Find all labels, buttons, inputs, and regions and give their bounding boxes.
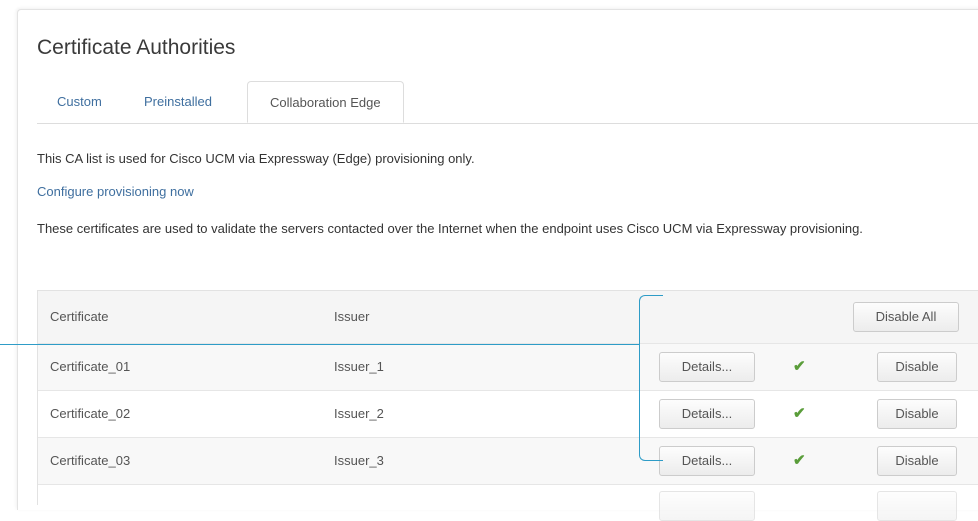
issuer-name: Issuer_3 <box>334 453 384 468</box>
description-text: These certificates are used to validate … <box>37 221 863 236</box>
tab-collaboration-edge[interactable]: Collaboration Edge <box>247 81 404 123</box>
disable-button[interactable]: Disable <box>877 446 957 476</box>
issuer-name: Issuer_1 <box>334 359 384 374</box>
callout-line <box>0 344 640 345</box>
certificate-name: Certificate_03 <box>50 453 131 468</box>
certificates-table: Certificate Issuer Disable All Certifica… <box>37 290 978 521</box>
table-row: Certificate_02 Issuer_2 Details... ✔ Dis… <box>38 391 978 438</box>
check-icon: ✔ <box>793 405 806 422</box>
intro-text: This CA list is used for Cisco UCM via E… <box>37 151 475 166</box>
table-row-partial <box>38 485 978 521</box>
issuer-name: Issuer_2 <box>334 406 384 421</box>
check-icon: ✔ <box>793 452 806 469</box>
check-icon: ✔ <box>793 358 806 375</box>
details-button[interactable]: Details... <box>659 399 755 429</box>
certificate-name: Certificate_01 <box>50 359 131 374</box>
certificate-name: Certificate_02 <box>50 406 131 421</box>
disable-button[interactable]: Disable <box>877 352 957 382</box>
configure-provisioning-link[interactable]: Configure provisioning now <box>37 184 194 199</box>
column-header-issuer: Issuer <box>334 309 370 324</box>
details-button-partial <box>659 491 755 521</box>
disable-button-partial <box>877 491 957 521</box>
tab-preinstalled[interactable]: Preinstalled <box>144 81 212 123</box>
page-title: Certificate Authorities <box>37 36 236 59</box>
table-row: Certificate_01 Issuer_1 Details... ✔ Dis… <box>38 344 978 391</box>
column-header-certificate: Certificate <box>50 309 109 324</box>
callout-bracket <box>639 295 663 461</box>
table-header: Certificate Issuer Disable All <box>38 291 978 344</box>
disable-button[interactable]: Disable <box>877 399 957 429</box>
tab-custom[interactable]: Custom <box>57 81 102 123</box>
table-row: Certificate_03 Issuer_3 Details... ✔ Dis… <box>38 438 978 485</box>
details-button[interactable]: Details... <box>659 352 755 382</box>
details-button[interactable]: Details... <box>659 446 755 476</box>
tab-bar: Custom Preinstalled Collaboration Edge <box>37 81 978 124</box>
disable-all-button[interactable]: Disable All <box>853 302 959 332</box>
